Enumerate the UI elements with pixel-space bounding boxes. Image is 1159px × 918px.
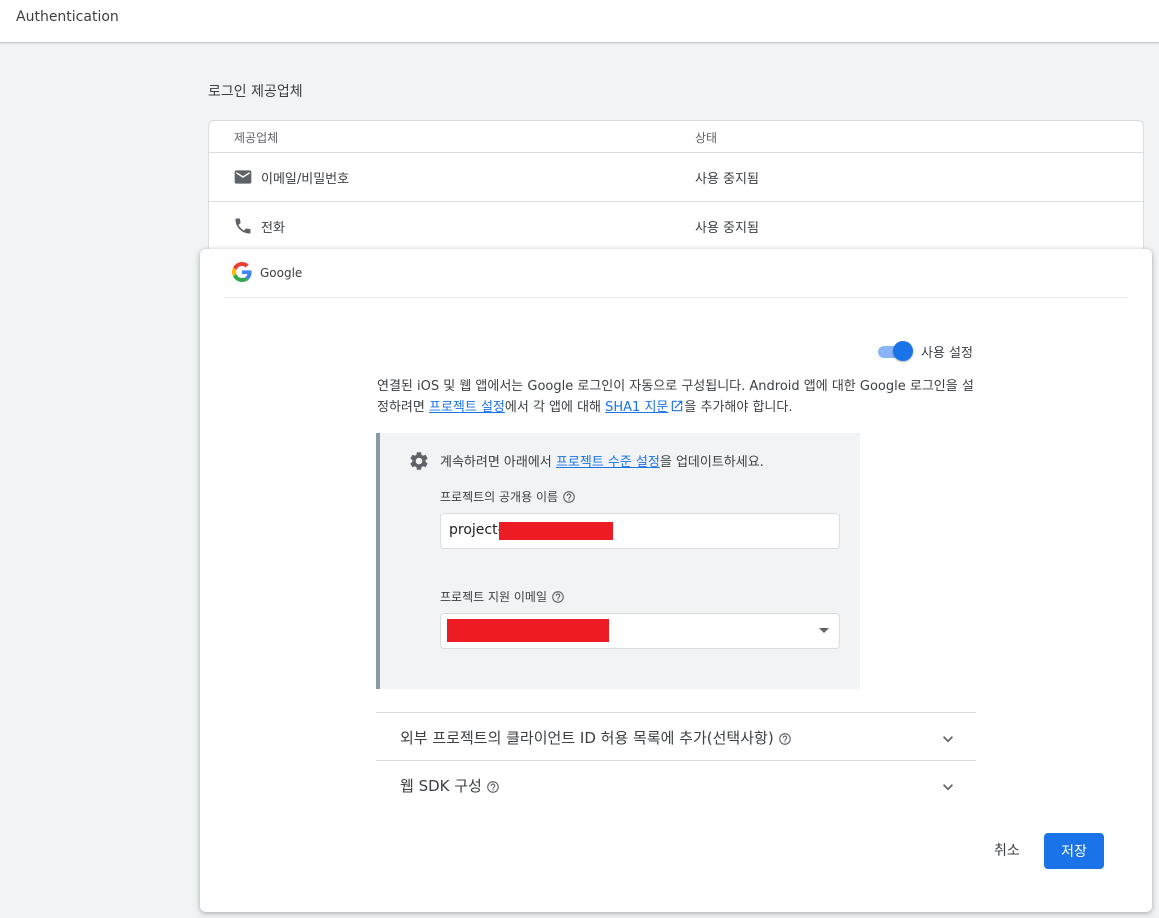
public-name-label: 프로젝트의 공개용 이름 (440, 488, 576, 505)
description-part: 을 추가해야 합니다. (684, 400, 793, 415)
info-text-part: 을 업데이트하세요. (659, 455, 764, 470)
table-header: 제공업체 상태 (209, 121, 1143, 153)
public-name-label-text: 프로젝트의 공개용 이름 (440, 490, 559, 504)
info-text: 계속하려면 아래에서 프로젝트 수준 설정을 업데이트하세요. (440, 451, 764, 470)
provider-name: 이메일/비밀번호 (261, 172, 350, 187)
help-icon[interactable] (551, 590, 565, 604)
accordion-label: 외부 프로젝트의 클라이언트 ID 허용 목록에 추가(선택사항) (400, 727, 792, 748)
help-icon[interactable] (778, 732, 792, 746)
top-bar: Authentication (0, 0, 1159, 43)
cancel-button[interactable]: 취소 (986, 837, 1028, 865)
enable-toggle[interactable] (876, 341, 914, 361)
column-header-status: 상태 (695, 131, 718, 145)
support-email-label-text: 프로젝트 지원 이메일 (440, 590, 547, 604)
open-in-new-icon[interactable] (670, 399, 684, 413)
provider-status: 사용 중지됨 (695, 221, 759, 236)
support-email-select[interactable] (440, 613, 840, 649)
google-logo-icon (232, 262, 252, 282)
project-settings-link[interactable]: 프로젝트 설정 (429, 400, 505, 415)
public-name-input[interactable]: project- (440, 513, 840, 549)
support-email-label: 프로젝트 지원 이메일 (440, 588, 565, 605)
provider-name: 전화 (261, 221, 285, 236)
help-icon[interactable] (562, 490, 576, 504)
redaction-bar (447, 619, 609, 642)
mail-icon (234, 170, 252, 184)
public-name-value: project- (449, 522, 503, 538)
redaction-bar (499, 522, 613, 540)
table-row[interactable]: 전화 사용 중지됨 (209, 202, 1143, 251)
panel-header: Google (224, 249, 1128, 298)
table-row[interactable]: 이메일/비밀번호 사용 중지됨 (209, 153, 1143, 202)
phone-icon (235, 218, 251, 234)
column-header-provider: 제공업체 (234, 131, 279, 145)
sha1-fingerprint-link[interactable]: SHA1 지문 (605, 400, 668, 415)
project-settings-box: 계속하려면 아래에서 프로젝트 수준 설정을 업데이트하세요. 프로젝트의 공개… (376, 433, 860, 689)
client-id-allowlist-accordion[interactable]: 외부 프로젝트의 클라이언트 ID 허용 목록에 추가(선택사항) (376, 712, 976, 760)
accordion-label-text: 외부 프로젝트의 클라이언트 ID 허용 목록에 추가(선택사항) (400, 729, 774, 747)
description-part: 에서 각 앱에 대해 (504, 400, 606, 415)
accordion-label: 웹 SDK 구성 (400, 775, 500, 796)
enable-toggle-label: 사용 설정 (921, 346, 973, 361)
accordion-label-text: 웹 SDK 구성 (400, 777, 482, 795)
panel-title: Google (260, 266, 303, 280)
description-text: 연결된 iOS 및 웹 앱에서는 Google 로그인이 자동으로 구성됩니다.… (377, 376, 977, 418)
google-provider-panel: Google 사용 설정 연결된 iOS 및 웹 앱에서는 Google 로그인… (200, 249, 1152, 912)
page-title: Authentication (16, 9, 119, 25)
provider-status: 사용 중지됨 (695, 172, 759, 187)
gear-icon (410, 452, 428, 470)
providers-table: 제공업체 상태 이메일/비밀번호 사용 중지됨 전화 사용 중지됨 (208, 120, 1144, 260)
info-text-part: 계속하려면 아래에서 (440, 455, 556, 470)
chevron-down-icon[interactable] (938, 777, 958, 797)
save-button[interactable]: 저장 (1044, 833, 1104, 869)
chevron-down-icon[interactable] (938, 729, 958, 749)
help-icon[interactable] (486, 780, 500, 794)
project-level-settings-link[interactable]: 프로젝트 수준 설정 (556, 455, 660, 470)
section-title: 로그인 제공업체 (208, 84, 303, 100)
web-sdk-config-accordion[interactable]: 웹 SDK 구성 (376, 760, 976, 808)
toggle-thumb (893, 341, 913, 361)
dropdown-arrow-icon (819, 628, 829, 633)
